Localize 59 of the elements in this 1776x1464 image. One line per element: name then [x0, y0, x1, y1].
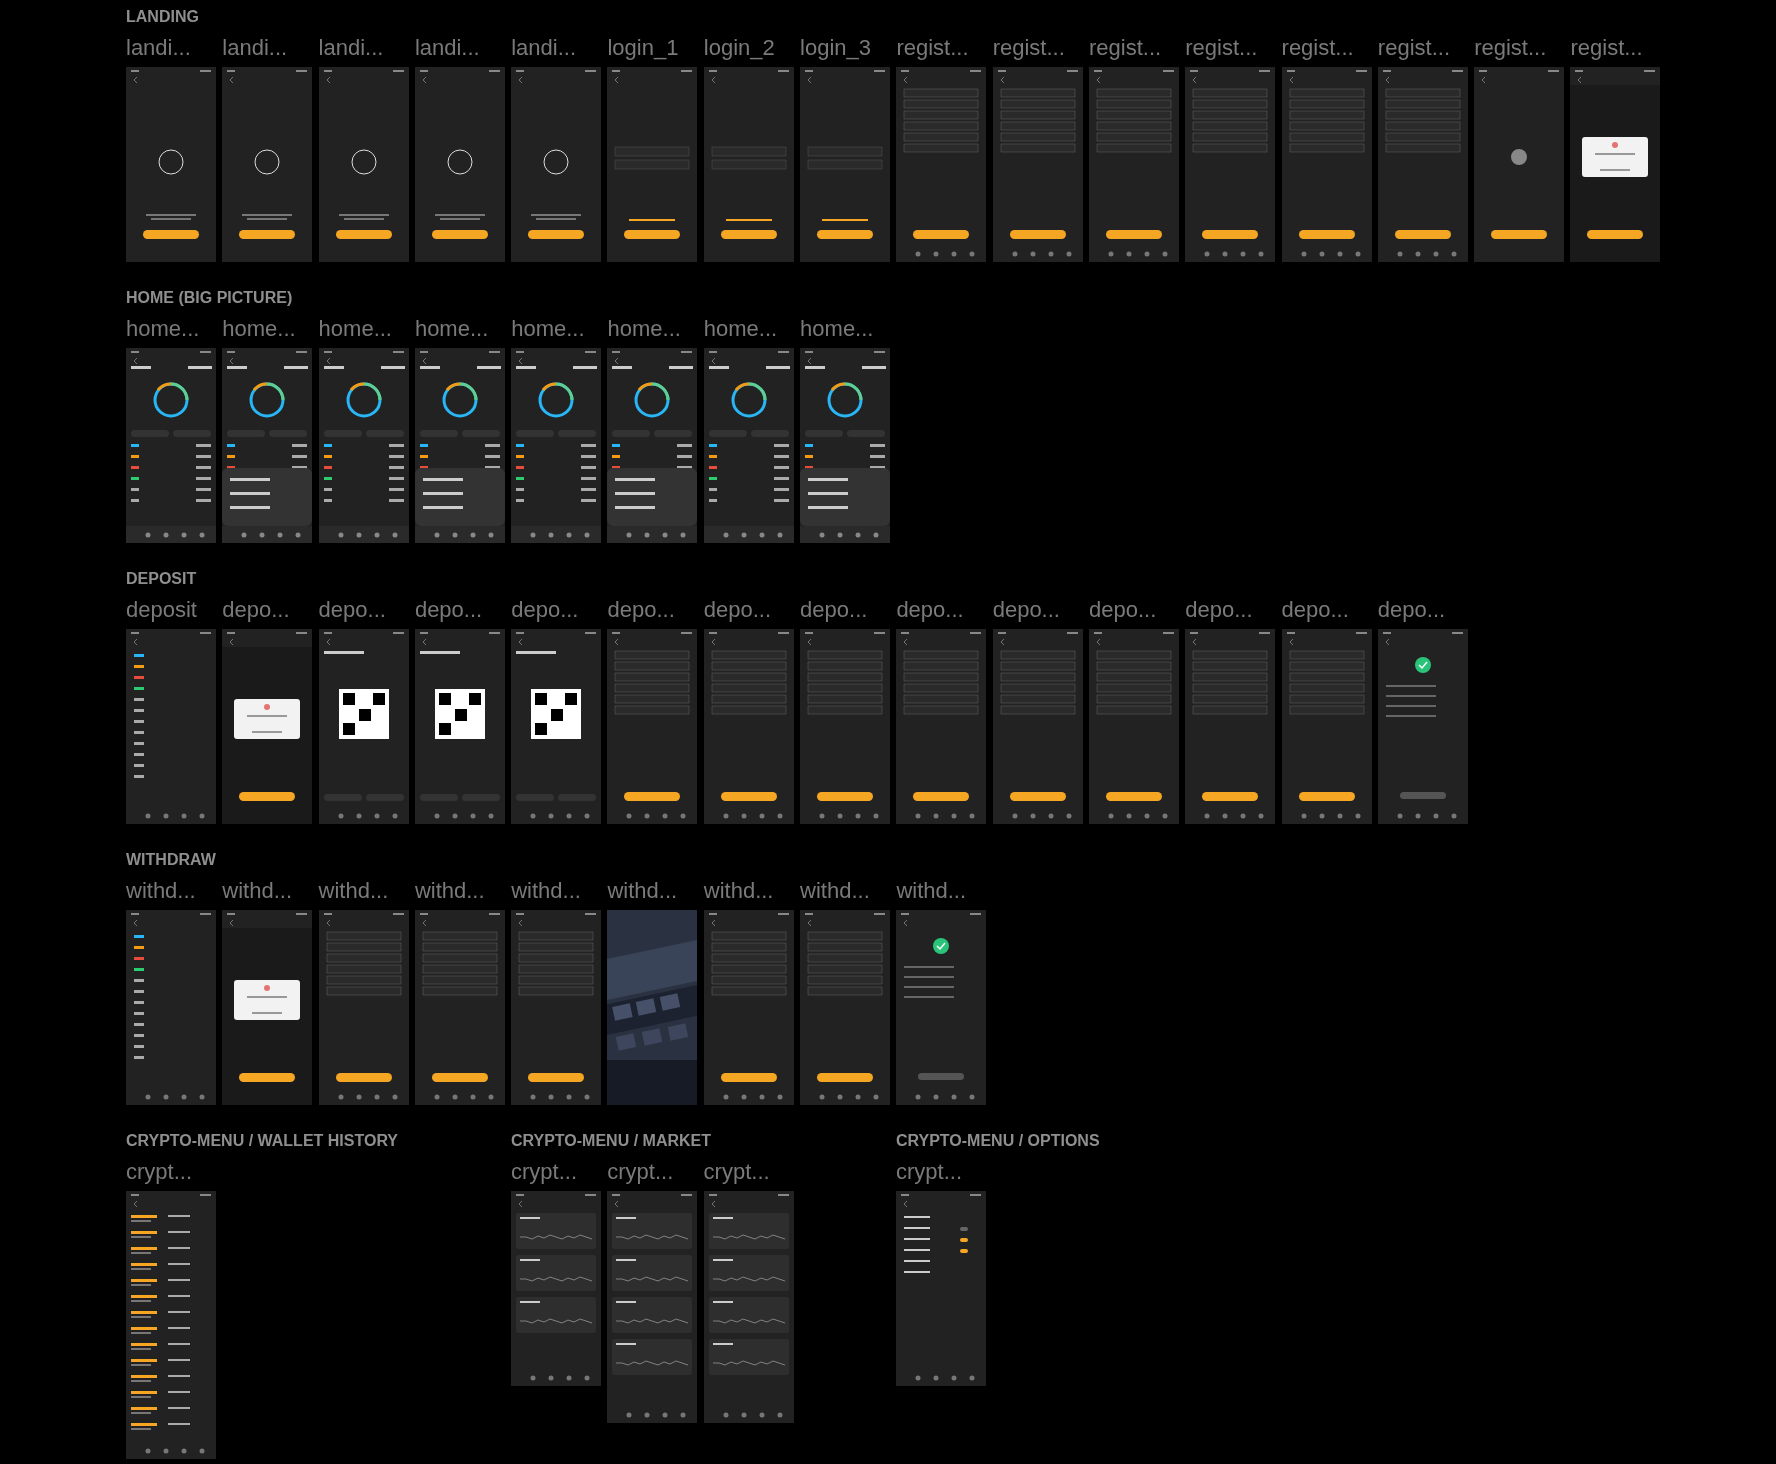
section-title: WITHDRAW	[126, 850, 217, 870]
frame-label: depo...	[222, 597, 291, 623]
frame-label: regist...	[896, 35, 970, 61]
frame-label: login_1	[607, 35, 680, 61]
frame-label: regist...	[1281, 35, 1355, 61]
frame-label: withd...	[511, 878, 582, 904]
frame-label: depo...	[1088, 597, 1158, 623]
frame-label: regist...	[992, 35, 1066, 61]
frame-label: depo...	[1377, 597, 1447, 623]
frame-label: landi...	[414, 35, 481, 61]
frame-label: depo...	[511, 597, 580, 623]
frame-label: landi...	[318, 35, 385, 61]
frame-label: depo...	[414, 597, 484, 623]
frame-label: home...	[126, 316, 201, 342]
section-title: CRYPTO-MENU / MARKET	[511, 1131, 712, 1151]
frame-label: regist...	[1088, 35, 1163, 61]
frame-label: withd...	[703, 878, 775, 904]
frame-label: depo...	[896, 597, 965, 623]
frame-label: depo...	[1281, 597, 1350, 623]
frame-label: login_3	[800, 35, 873, 61]
frame-label: landi...	[511, 35, 577, 61]
frame-label: withd...	[414, 878, 486, 904]
frame-label: withd...	[126, 878, 197, 904]
frame-label: depo...	[800, 597, 869, 623]
frame-label: crypt...	[703, 1159, 771, 1185]
frame-label: regist...	[1570, 35, 1644, 61]
frame-label: home...	[800, 316, 875, 342]
frame-label: regist...	[1185, 35, 1259, 61]
section-title: DEPOSIT	[126, 569, 198, 589]
frame-label: home...	[607, 316, 682, 342]
frame-label: depo...	[992, 597, 1061, 623]
frame-label: withd...	[607, 878, 679, 904]
frame-label: login_2	[703, 35, 776, 61]
frame-label: depo...	[318, 597, 387, 623]
frame-label: deposit	[126, 597, 198, 623]
frame-label: regist...	[1474, 35, 1548, 61]
frame-label: depo...	[607, 597, 676, 623]
frame-label: home...	[222, 316, 297, 342]
frame-label: home...	[703, 316, 779, 342]
frame-label: depo...	[703, 597, 773, 623]
frame-label: landi...	[222, 35, 289, 61]
frame-label: crypt...	[511, 1159, 578, 1185]
frame-label: home...	[318, 316, 393, 342]
frame-label: depo...	[1185, 597, 1254, 623]
section-title: CRYPTO-MENU / WALLET HISTORY	[126, 1131, 399, 1151]
frame-label: crypt...	[607, 1159, 675, 1185]
frame-label: withd...	[318, 878, 390, 904]
frame-label: withd...	[896, 878, 968, 904]
frame-label: landi...	[126, 35, 192, 61]
frame-label: crypt...	[126, 1159, 193, 1185]
frame-label: regist...	[1377, 35, 1451, 61]
frame-label: home...	[511, 316, 586, 342]
frame-label: home...	[414, 316, 490, 342]
frame-label: crypt...	[896, 1159, 963, 1185]
frame-label: withd...	[222, 878, 293, 904]
frame-label: withd...	[800, 878, 871, 904]
section-title: HOME (BIG PICTURE)	[126, 288, 294, 308]
section-title: CRYPTO-MENU / OPTIONS	[896, 1131, 1101, 1151]
section-title: LANDING	[126, 7, 200, 27]
